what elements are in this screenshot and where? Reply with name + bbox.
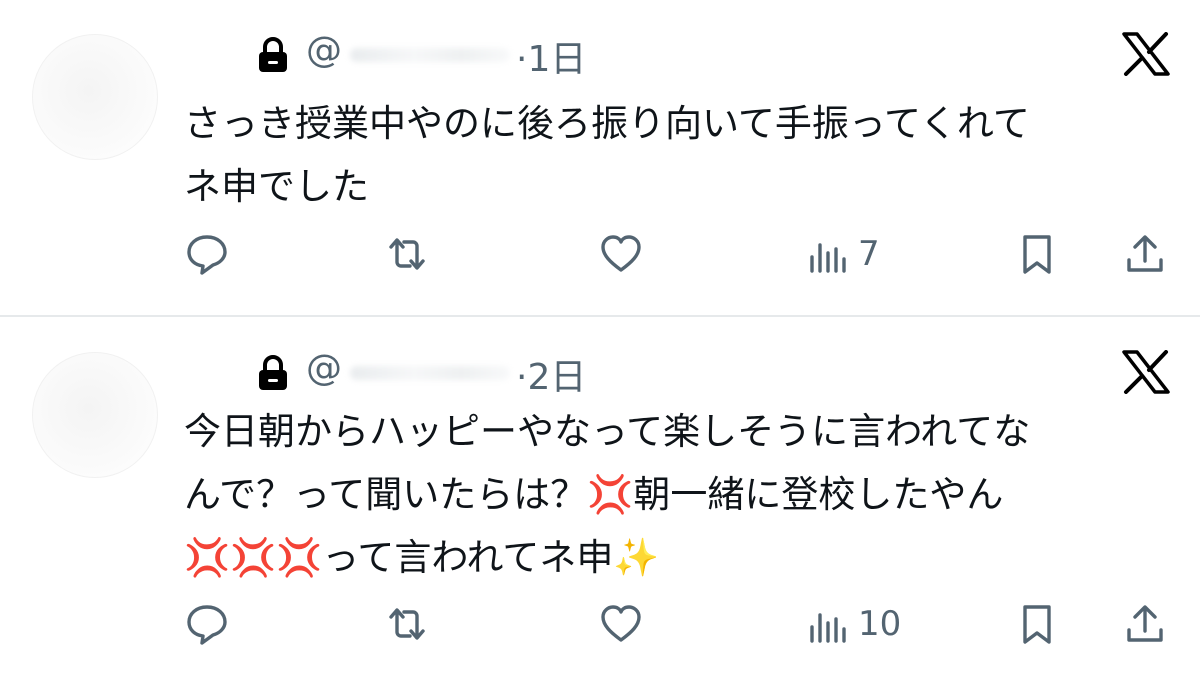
tweet-text: 今日朝からハッピーやなって楽しそうに言われてな んで？って聞いたらは？💢朝一緒に… <box>184 410 1031 579</box>
retweet-button[interactable] <box>386 602 428 646</box>
views-button[interactable]: 7 <box>806 232 880 276</box>
handle-redaction <box>350 48 510 62</box>
views-count: 7 <box>858 234 880 274</box>
views-icon <box>810 243 846 273</box>
x-logo-icon <box>1122 32 1170 76</box>
views-button[interactable]: 10 <box>806 602 901 646</box>
like-icon <box>601 235 641 272</box>
reply-button[interactable] <box>186 232 228 276</box>
views-count: 10 <box>858 604 902 644</box>
bookmark-button[interactable] <box>1016 232 1058 276</box>
author-handle[interactable]: @ <box>306 348 342 389</box>
lock-icon <box>259 355 287 390</box>
retweet-icon <box>389 608 425 640</box>
share-icon <box>1127 235 1163 272</box>
tweet-text: さっき授業中やのに後ろ振り向いて手振ってくれて ネ申でした <box>184 102 1030 208</box>
like-button[interactable] <box>600 602 642 646</box>
views-icon <box>810 613 846 643</box>
avatar[interactable] <box>32 34 158 160</box>
share-button[interactable] <box>1124 602 1166 646</box>
retweet-icon <box>389 238 425 270</box>
x-logo-icon <box>1122 350 1170 394</box>
reply-icon <box>187 235 227 275</box>
like-button[interactable] <box>600 232 642 276</box>
bookmark-icon <box>1023 605 1051 644</box>
reply-icon <box>187 605 227 645</box>
reply-button[interactable] <box>186 602 228 646</box>
timestamp[interactable]: ·2日 <box>516 348 586 400</box>
like-icon <box>601 605 641 642</box>
tweet-card[interactable]: @ ·2日 今日朝からハッピーやなって楽しそうに言われてな んで？って聞いたらは… <box>0 318 1200 680</box>
share-icon <box>1127 605 1163 642</box>
handle-redaction <box>350 366 510 380</box>
bookmark-button[interactable] <box>1016 602 1058 646</box>
author-handle[interactable]: @ <box>306 30 342 71</box>
share-button[interactable] <box>1124 232 1166 276</box>
tweet-card[interactable]: @ ·1日 さっき授業中やのに後ろ振り向いて手振ってくれて ネ申でした 7 <box>0 0 1200 316</box>
lock-icon <box>259 37 287 72</box>
bookmark-icon <box>1023 235 1051 274</box>
avatar[interactable] <box>32 352 158 478</box>
timestamp[interactable]: ·1日 <box>516 30 586 82</box>
retweet-button[interactable] <box>386 232 428 276</box>
